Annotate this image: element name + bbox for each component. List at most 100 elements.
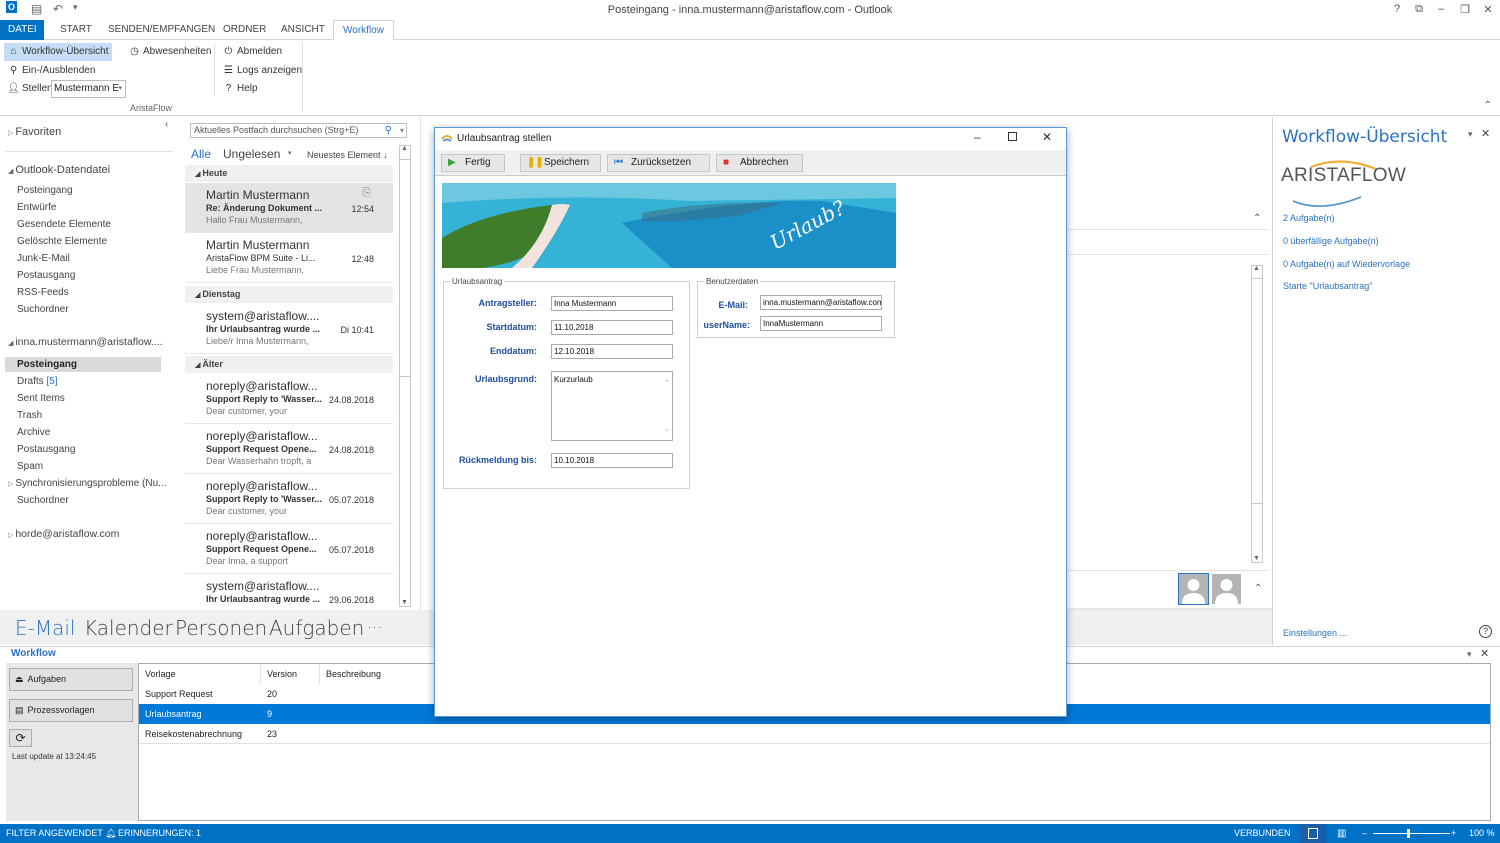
pane-close-icon[interactable]: ✕ (1481, 127, 1490, 140)
tasks-button[interactable]: ⏏ Aufgaben (9, 668, 133, 691)
done-button[interactable]: ▶ Fertig (441, 154, 505, 172)
nav-account-suchordner[interactable]: Suchordner (17, 495, 69, 506)
tab-workflow[interactable]: Workflow (333, 20, 394, 41)
logout-button[interactable]: ⏻ Abmelden (219, 43, 285, 61)
roles-dropdown[interactable]: Mustermann E ▾ (51, 80, 126, 98)
link-resubmission-tasks[interactable]: 0 Aufgabe(n) auf Wiedervorlage (1283, 259, 1410, 269)
link-overdue-tasks[interactable]: 0 überfällige Aufgabe(n) (1283, 236, 1379, 246)
scrollbar-thumb[interactable] (400, 159, 410, 377)
nav-postausgang[interactable]: Postausgang (17, 270, 75, 281)
table-row[interactable]: Reisekostenabrechnung 23 (139, 724, 1490, 744)
templates-button[interactable]: ▤ Prozessvorlagen (9, 699, 133, 722)
nav-account-posteingang[interactable]: Posteingang (17, 359, 77, 370)
nav-gesendete-elemente[interactable]: Gesendete Elemente (17, 219, 111, 230)
column-header-version[interactable]: Version (261, 664, 320, 684)
contact-avatar[interactable] (1212, 574, 1241, 604)
ribbon-display-icon[interactable]: ⧉ (1411, 3, 1427, 16)
mail-item[interactable]: noreply@aristaflow... Support Request Op… (185, 524, 393, 574)
collapse-header-icon[interactable]: ⌃ (1253, 213, 1261, 224)
tab-datei[interactable]: DATEI (0, 20, 44, 40)
link-tasks[interactable]: 2 Aufgabe(n) (1283, 213, 1335, 223)
mail-item[interactable]: system@aristaflow.... Ihr Urlaubsantrag … (185, 574, 393, 609)
pane-menu-icon[interactable]: ▾ (1468, 129, 1473, 140)
settings-link[interactable]: Einstellungen ... (1283, 628, 1347, 638)
refresh-button[interactable]: ⟳ (9, 729, 32, 747)
dialog-close-icon[interactable]: ✕ (1042, 130, 1052, 144)
scroll-up-icon[interactable]: ▲ (401, 145, 408, 152)
pane-menu-icon[interactable]: ▾ (1467, 649, 1472, 660)
nav-tasks[interactable]: Aufgaben (269, 616, 364, 640)
filter-all[interactable]: Alle (191, 147, 211, 161)
help-button[interactable]: ? Help (219, 80, 261, 98)
more-icon[interactable]: ··· (367, 618, 382, 637)
column-header-beschreibung[interactable]: Beschreibung (320, 664, 440, 684)
account-group[interactable]: ◢ inna.mustermann@aristaflow.... (8, 336, 163, 348)
nav-account-postausgang[interactable]: Postausgang (17, 444, 75, 455)
start-date-input[interactable]: 11.10.2018 (551, 320, 673, 335)
group-header-tuesday[interactable]: ◢ Dienstag (185, 286, 393, 303)
scroll-down-icon[interactable]: ⌄ (664, 424, 670, 436)
search-input[interactable]: Aktuelles Postfach durchsuchen (Strg+E) … (190, 123, 407, 138)
mail-item[interactable]: noreply@aristaflow... Support Reply to '… (185, 474, 393, 524)
mail-item[interactable]: Martin Mustermann ⎘ Re: Änderung Dokumen… (185, 183, 393, 233)
toggle-button[interactable]: ⚲ Ein-/Ausblenden (4, 62, 98, 80)
scroll-down-icon[interactable]: ▼ (1253, 555, 1260, 562)
applicant-input[interactable]: Inna Mustermann (551, 296, 673, 311)
nav-drafts[interactable]: Drafts [5] (17, 376, 58, 387)
dialog-maximize-icon[interactable] (1008, 132, 1017, 141)
collapse-pane-icon[interactable]: ‹ (165, 119, 168, 130)
group-header-today[interactable]: ◢ Heute (185, 165, 393, 182)
nav-suchordner[interactable]: Suchordner (17, 304, 69, 315)
nav-calendar[interactable]: Kalender (84, 616, 173, 640)
nav-email[interactable]: E-Mail (15, 616, 75, 640)
reply-by-input[interactable]: 10.10.2018 (551, 453, 673, 468)
reason-textarea[interactable]: Kurzurlaub ⌃ ⌄ (551, 371, 673, 441)
zoom-out-button[interactable]: – (1362, 824, 1367, 843)
nav-junk-email[interactable]: Junk-E-Mail (17, 253, 70, 264)
reading-pane-scrollbar[interactable]: ▲ ▼ (1251, 265, 1263, 563)
collapse-ribbon-icon[interactable]: ⌃ (1484, 100, 1492, 111)
tab-ordner[interactable]: ORDNER (215, 20, 274, 40)
mail-item[interactable]: system@aristaflow.... Ihr Urlaubsantrag … (185, 304, 393, 354)
dialog-minimize-icon[interactable]: – (974, 130, 981, 144)
sort-button[interactable]: Neuestes Element ↓ (307, 150, 388, 160)
search-scope-dropdown-icon[interactable]: ▾ (400, 124, 404, 137)
nav-sync-problems[interactable]: ▷ Synchronisierungsprobleme (Nu... (8, 478, 167, 489)
nav-posteingang[interactable]: Posteingang (17, 185, 73, 196)
help-icon[interactable]: ? (1479, 625, 1492, 638)
collapse-people-icon[interactable]: ⌃ (1254, 583, 1262, 594)
zoom-in-button[interactable]: + (1451, 824, 1456, 843)
logs-button[interactable]: ☰ Logs anzeigen (219, 62, 305, 80)
username-input[interactable]: InnaMustermann (760, 316, 882, 331)
mail-item[interactable]: Martin Mustermann AristaFlow BPM Suite -… (185, 233, 393, 283)
nav-archive[interactable]: Archive (17, 427, 50, 438)
save-button[interactable]: ❚❚Speichern (520, 154, 601, 172)
nav-people[interactable]: Personen (175, 616, 267, 640)
nav-spam[interactable]: Spam (17, 461, 43, 472)
normal-view-button[interactable] (1300, 824, 1326, 843)
zoom-slider-thumb[interactable] (1407, 829, 1410, 838)
tab-ansicht[interactable]: ANSICHT (273, 20, 333, 40)
nav-geloeschte-elemente[interactable]: Gelöschte Elemente (17, 236, 107, 247)
scroll-up-icon[interactable]: ▲ (1253, 265, 1260, 272)
favorites-group[interactable]: ▷ Favoriten (8, 126, 61, 138)
nav-entwuerfe[interactable]: Entwürfe (17, 202, 56, 213)
pane-close-icon[interactable]: ✕ (1480, 647, 1489, 660)
tab-senden-empfangen[interactable]: SENDEN/EMPFANGEN (100, 20, 223, 40)
tab-start[interactable]: START (52, 20, 100, 40)
group-header-older[interactable]: ◢ Älter (185, 356, 393, 373)
mail-item[interactable]: noreply@aristaflow... Support Reply to '… (185, 374, 393, 424)
zoom-slider[interactable] (1373, 833, 1450, 834)
cancel-button[interactable]: ■ Abbrechen (716, 154, 803, 172)
scroll-down-icon[interactable]: ▼ (401, 599, 408, 606)
search-icon[interactable]: ⚲ (385, 124, 392, 137)
scroll-up-icon[interactable]: ⌃ (664, 378, 670, 390)
account2-group[interactable]: ▷ horde@aristaflow.com (8, 528, 119, 540)
zoom-level[interactable]: 100 % (1469, 824, 1495, 843)
data-file-group[interactable]: ◢ Outlook-Datendatei (8, 164, 110, 176)
reset-button[interactable]: ⏮ Zurücksetzen (607, 154, 710, 172)
email-input[interactable]: inna.mustermann@aristaflow.com (760, 295, 882, 310)
absences-button[interactable]: ◷ Abwesenheiten (125, 43, 214, 61)
link-start-urlaubsantrag[interactable]: Starte "Urlaubsantrag" (1283, 281, 1372, 291)
filter-unread[interactable]: Ungelesen (223, 147, 280, 161)
